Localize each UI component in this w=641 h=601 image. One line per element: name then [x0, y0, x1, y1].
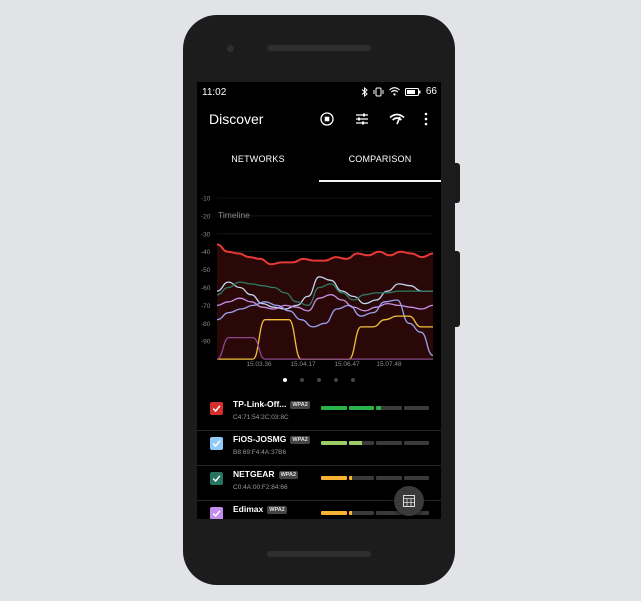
- network-ssid: NETGEAR WPA2: [233, 469, 299, 479]
- signal-strength-bar: [321, 406, 429, 410]
- network-ssid: Edimax WPA2: [233, 504, 287, 514]
- security-badge: WPA2: [290, 401, 310, 409]
- y-tick-label: -60: [201, 285, 211, 292]
- pager-dot[interactable]: [351, 378, 355, 382]
- signal-segment: [376, 476, 402, 480]
- pager-dot[interactable]: [334, 378, 338, 382]
- signal-segment: [376, 406, 402, 410]
- tab-comparison[interactable]: COMPARISON: [319, 136, 441, 182]
- wifi-speed-icon: [389, 113, 405, 125]
- signal-segment: [321, 511, 347, 515]
- check-icon: [212, 510, 221, 518]
- bottom-speaker: [267, 551, 371, 557]
- filter-button[interactable]: [353, 110, 371, 128]
- tab-networks[interactable]: NETWORKS: [197, 136, 319, 182]
- page-title: Discover: [209, 111, 264, 127]
- status-bar: 11:02 66: [197, 82, 441, 102]
- y-tick-label: -40: [201, 249, 211, 256]
- channel-overview-button[interactable]: [394, 486, 424, 516]
- security-badge: WPA2: [278, 471, 299, 479]
- signal-segment: [403, 441, 429, 445]
- front-camera: [227, 45, 234, 52]
- signal-segment: [321, 406, 347, 410]
- tab-bar: NETWORKS COMPARISON: [197, 136, 441, 182]
- earpiece-speaker: [267, 45, 371, 51]
- signal-segment: [376, 441, 402, 445]
- signal-strength-bar: [321, 476, 429, 480]
- y-tick-label: -80: [201, 321, 211, 328]
- network-checkbox[interactable]: [210, 437, 223, 450]
- network-list-item[interactable]: TP-Link-Off... WPA2 C4:71:54:2C:03:8C: [197, 395, 441, 431]
- ssid-label: FiOS-JOSMG: [233, 434, 287, 444]
- network-list-item[interactable]: FiOS-JOSMG WPA2 B8:69:F4:4A:37B6: [197, 430, 441, 466]
- security-badge: WPA2: [290, 436, 310, 444]
- network-bssid: C4:71:54:2C:03:8C: [233, 414, 289, 421]
- x-tick-label: 15.03.36: [246, 361, 272, 368]
- app-screen: 11:02 66 Discover NETWORKS COMPARISON -1…: [197, 82, 441, 519]
- check-icon: [212, 405, 221, 413]
- overflow-menu-button[interactable]: [417, 110, 435, 128]
- power-button: [455, 251, 460, 327]
- network-bssid: C0:4A:00:F2:84:66: [233, 484, 288, 491]
- y-tick-label: -50: [201, 267, 211, 274]
- x-tick-label: 15.07.48: [376, 361, 402, 368]
- network-ssid: TP-Link-Off... WPA2: [233, 399, 310, 409]
- pager-dot[interactable]: [300, 378, 304, 382]
- signal-timeline-chart: -10 -20 -30 -40 -50 -60 -70 -80 -90 Timeline 15.03…: [201, 196, 434, 368]
- network-checkbox[interactable]: [210, 507, 223, 519]
- signal-strength-bar: [321, 441, 429, 445]
- pager-dot[interactable]: [317, 378, 321, 382]
- network-bssid: B8:69:F4:4A:37B6: [233, 449, 287, 456]
- chart-pager: [197, 377, 441, 385]
- phone-frame: 11:02 66 Discover NETWORKS COMPARISON -1…: [183, 15, 460, 585]
- chart-title: Timeline: [218, 210, 250, 220]
- signal-segment: [348, 441, 374, 445]
- y-tick-label: -10: [201, 196, 211, 203]
- grid-icon: [403, 495, 415, 507]
- vibrate-icon: [373, 87, 384, 96]
- volume-button: [455, 163, 460, 203]
- y-tick-label: -30: [201, 231, 211, 238]
- status-time: 11:02: [202, 87, 227, 98]
- network-checkbox[interactable]: [210, 472, 223, 485]
- battery-icon: [404, 87, 421, 96]
- stop-scan-button[interactable]: [318, 110, 336, 128]
- network-ssid: FiOS-JOSMG WPA2: [233, 434, 310, 444]
- check-icon: [212, 475, 221, 483]
- signal-segment: [403, 476, 429, 480]
- ssid-label: TP-Link-Off...: [233, 399, 287, 409]
- x-tick-label: 15.04.17: [290, 361, 316, 368]
- stop-icon: [320, 112, 334, 126]
- signal-segment: [321, 441, 347, 445]
- tune-icon: [356, 113, 368, 125]
- signal-segment: [348, 511, 374, 515]
- app-bar: Discover: [197, 102, 441, 136]
- ssid-label: NETGEAR: [233, 469, 275, 479]
- x-tick-label: 15.06.47: [334, 361, 360, 368]
- bluetooth-icon: [361, 86, 368, 97]
- signal-segment: [321, 476, 347, 480]
- network-checkbox[interactable]: [210, 402, 223, 415]
- battery-level: 66: [425, 86, 437, 97]
- signal-segment: [403, 406, 429, 410]
- tab-indicator: [319, 180, 441, 182]
- security-badge: WPA2: [267, 506, 287, 514]
- signal-segment: [348, 406, 374, 410]
- check-icon: [212, 440, 221, 448]
- pager-dot[interactable]: [283, 378, 287, 382]
- wifi-status-icon: [389, 87, 400, 96]
- ssid-label: Edimax: [233, 504, 264, 514]
- signal-segment: [348, 476, 374, 480]
- y-tick-label: -20: [201, 213, 211, 220]
- y-tick-label: -70: [201, 303, 211, 310]
- y-tick-label: -90: [201, 339, 211, 346]
- more-vert-icon: [424, 112, 428, 126]
- signal-meter-button[interactable]: [388, 110, 406, 128]
